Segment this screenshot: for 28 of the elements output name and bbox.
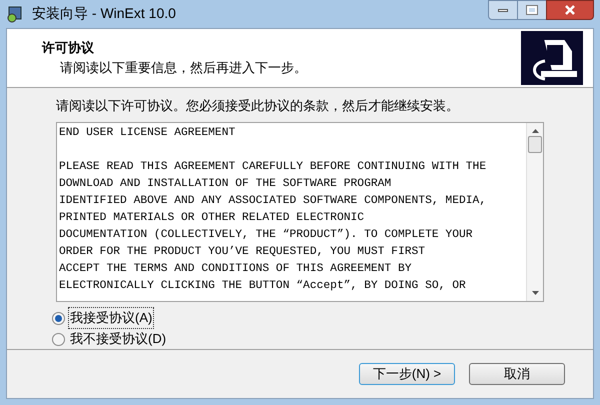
scrollbar[interactable] (526, 123, 543, 301)
maximize-button[interactable] (518, 0, 546, 20)
radio-button[interactable] (52, 332, 65, 346)
close-button[interactable] (546, 0, 594, 20)
license-line: PLEASE READ THIS AGREEMENT CAREFULLY BEFORE CONTINUING WITH THE (59, 160, 488, 175)
installer-icon (6, 4, 24, 23)
license-line: IDENTIFIED ABOVE AND ANY ASSOCIATED SOFTWARE COMPONENTS, MEDIA, (59, 194, 488, 209)
cancel-button[interactable]: 取消 (469, 363, 565, 385)
radio-option[interactable]: 我接受协议(A) (52, 308, 544, 328)
scroll-up-icon[interactable] (532, 129, 538, 133)
page-subtitle: 请阅读以下重要信息，然后再进入下一步。 (59, 58, 307, 76)
minimize-button[interactable] (488, 0, 518, 20)
instruction-text: 请阅读以下许可协议。您必须接受此协议的条款，然后才能继续安装。 (56, 96, 460, 114)
license-line: ACCEPT THE TERMS AND CONDITIONS OF THIS AGREEMENT BY (59, 262, 413, 277)
radio-option[interactable]: 我不接受协议(D) (52, 329, 544, 349)
license-line: PRINTED MATERIALS OR OTHER RELATED ELECTRONIC (59, 211, 366, 226)
window-title: 安装向导 - WinExt 10.0 (32, 4, 176, 24)
scroll-thumb[interactable] (528, 136, 542, 153)
license-line: DOWNLOAD AND INSTALLATION OF THE SOFTWARE PROGRAM (59, 177, 392, 192)
close-icon (565, 5, 575, 15)
license-line: END USER LICENSE AGREEMENT (59, 126, 236, 141)
license-line: ELECTRONICALLY CLICKING THE BUTTON “Accept”, BY DOING SO, OR (59, 278, 467, 294)
license-line: DOCUMENTATION (COLLECTIVELY, THE “PRODUCT”). TO COMPLETE YOUR (59, 228, 474, 243)
radio-button[interactable] (52, 312, 65, 324)
next-button[interactable]: 下一步(N) > (359, 363, 455, 385)
page-title: 许可协议 (42, 39, 95, 57)
license-line: ORDER FOR THE PRODUCT YOU’VE REQUESTED, YOU MUST FIRST (59, 244, 426, 260)
scroll-down-icon[interactable] (532, 291, 538, 295)
